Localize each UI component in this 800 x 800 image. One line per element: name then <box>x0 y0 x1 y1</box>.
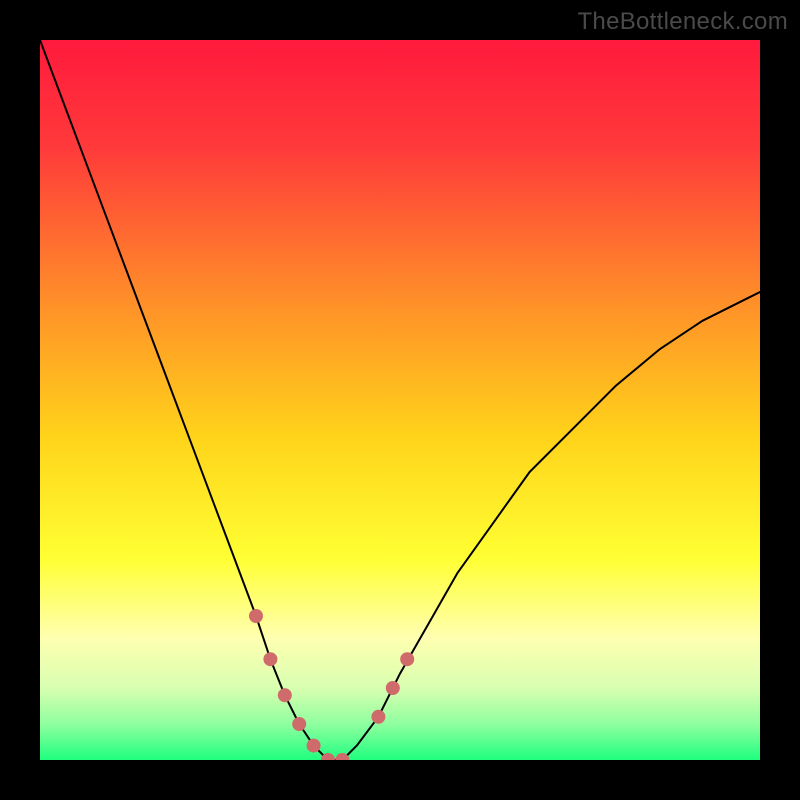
chart-frame: TheBottleneck.com <box>0 0 800 800</box>
marker-dot <box>371 710 385 724</box>
marker-dot <box>249 609 263 623</box>
marker-dot <box>307 739 321 753</box>
plot-area <box>40 40 760 760</box>
watermark-text: TheBottleneck.com <box>577 8 788 36</box>
marker-dot <box>263 652 277 666</box>
bottleneck-chart <box>40 40 760 760</box>
marker-dot <box>400 652 414 666</box>
marker-dot <box>292 717 306 731</box>
marker-dot <box>386 681 400 695</box>
marker-dot <box>278 688 292 702</box>
gradient-background <box>40 40 760 760</box>
